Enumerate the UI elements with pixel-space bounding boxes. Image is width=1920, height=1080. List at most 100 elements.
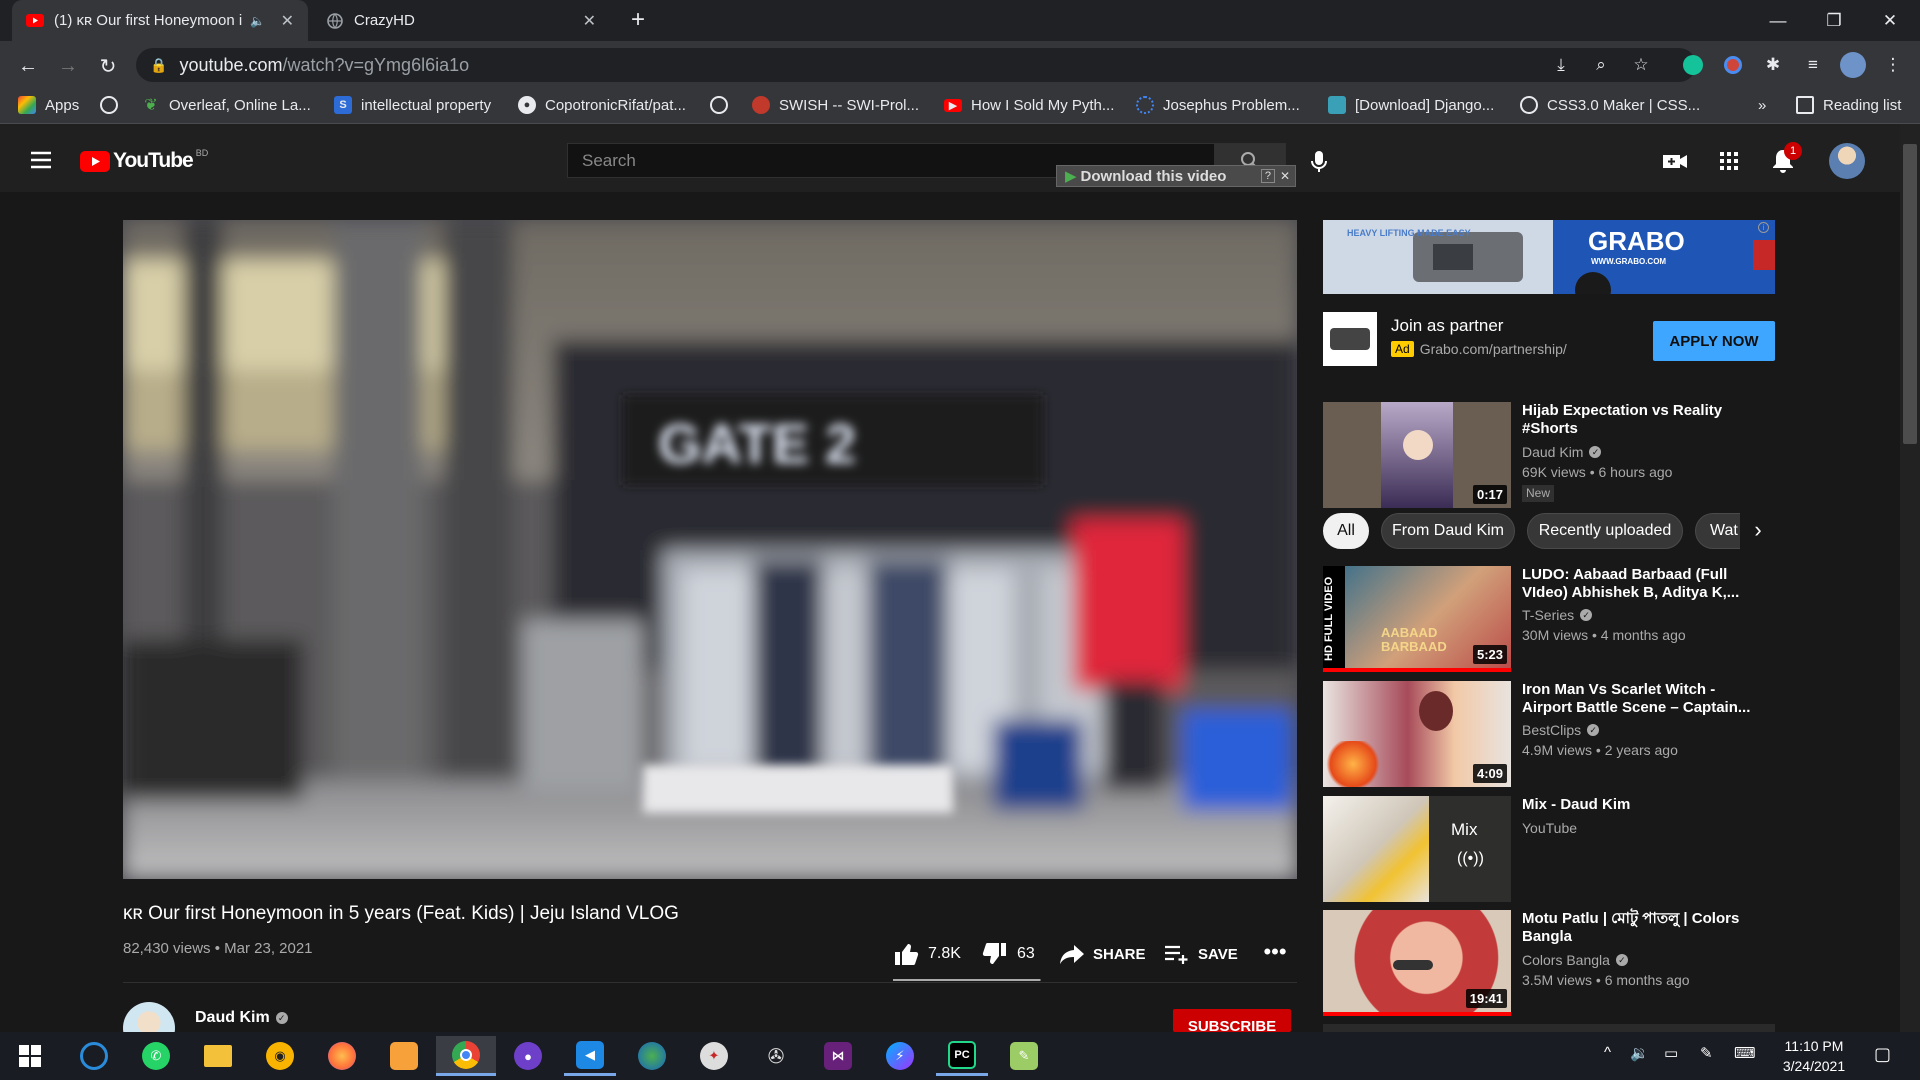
help-icon[interactable]: ?	[1260, 169, 1275, 183]
bookmark-django[interactable]: [Download] Django...	[1328, 92, 1494, 118]
channel-name-link[interactable]: Daud Kim ✓	[195, 1009, 288, 1027]
channel-link[interactable]: Colors Bangla ✓	[1522, 950, 1628, 970]
address-bar[interactable]: 🔒 youtube.com/watch?v=gYmg6l6ia1o	[136, 48, 1696, 82]
video-thumbnail[interactable]: 4:09	[1323, 681, 1511, 787]
channel-link[interactable]: Daud Kim ✓	[1522, 442, 1602, 462]
bookmark-css3-maker[interactable]: CSS3.0 Maker | CSS...	[1520, 92, 1700, 118]
channel-link[interactable]: T-Series ✓	[1522, 605, 1593, 625]
page-scrollbar[interactable]	[1900, 124, 1920, 1032]
channel-avatar[interactable]	[123, 1002, 175, 1032]
chrome-menu-icon[interactable]: ⋮	[1880, 52, 1906, 78]
taskbar-app[interactable]	[378, 1036, 430, 1076]
voice-search-icon[interactable]	[1304, 146, 1334, 176]
chip-recently-uploaded[interactable]: Recently uploaded	[1527, 513, 1683, 549]
bookmark-github[interactable]: ● CopotronicRifat/pat...	[518, 92, 686, 118]
taskbar-chrome-active[interactable]	[436, 1036, 496, 1076]
video-title-link[interactable]: Motu Patlu | মোটু পাতলু | Colors Bangla	[1522, 910, 1754, 946]
bookmark-youtube[interactable]: ▶ How I Sold My Pyth...	[944, 92, 1114, 118]
video-thumbnail[interactable]: 19:41	[1323, 910, 1511, 1016]
tab-crazyhd[interactable]: CrazyHD ✕	[312, 0, 610, 41]
taskbar-app[interactable]	[316, 1036, 368, 1076]
taskbar-app[interactable]: ◀	[564, 1036, 616, 1076]
chevron-right-icon[interactable]: ›	[1740, 513, 1776, 549]
taskbar-app[interactable]: ⋈	[812, 1036, 864, 1076]
more-actions-icon[interactable]: •••	[1262, 940, 1288, 968]
minimize-icon[interactable]: —	[1750, 0, 1806, 41]
close-tab-icon[interactable]: ✕	[583, 11, 596, 31]
advertiser-logo[interactable]	[1323, 312, 1377, 366]
keyboard-icon[interactable]: ⌨	[1734, 1044, 1756, 1062]
taskbar-app[interactable]: ◉	[254, 1036, 306, 1076]
taskbar-app[interactable]: ✆	[130, 1036, 182, 1076]
mix-thumbnail[interactable]: Mix ((•))	[1323, 796, 1511, 902]
volume-icon[interactable]: 🔉	[1630, 1044, 1649, 1062]
download-page-icon[interactable]: ⤓	[1548, 52, 1574, 78]
ad-info-icon[interactable]: i	[1758, 222, 1769, 233]
channel-link[interactable]: BestClips ✓	[1522, 720, 1600, 740]
ad-banner[interactable]: HEAVY LIFTING MADE EASY GRABO WWW.GRABO.…	[1323, 220, 1775, 294]
video-player[interactable]: GATE 2	[123, 220, 1297, 879]
reload-icon[interactable]: ↻	[92, 50, 124, 82]
taskbar-app[interactable]: ⚡	[874, 1036, 926, 1076]
apply-now-button[interactable]: APPLY NOW	[1653, 321, 1775, 361]
pen-icon[interactable]: ✎	[1700, 1044, 1713, 1062]
extension-icon[interactable]	[1720, 52, 1746, 78]
chip-watched[interactable]: Wat	[1695, 513, 1741, 549]
chip-all[interactable]: All	[1323, 513, 1369, 549]
network-icon[interactable]: ▭	[1664, 1044, 1678, 1062]
taskbar-app[interactable]: ✇	[750, 1036, 802, 1076]
restore-icon[interactable]: ❐	[1806, 0, 1862, 41]
youtube-logo[interactable]: YouTube BD	[80, 148, 208, 174]
lock-icon[interactable]: 🔒	[150, 57, 167, 74]
forward-icon[interactable]: →	[52, 50, 84, 82]
download-video-button[interactable]: ▶ Download this video ? ✕	[1056, 165, 1296, 187]
media-control-icon[interactable]: ≡	[1800, 52, 1826, 78]
create-video-icon[interactable]	[1660, 147, 1690, 175]
bookmark-intellectual-property[interactable]: S intellectual property	[334, 92, 491, 118]
system-clock[interactable]: 11:10 PM 3/24/2021	[1778, 1036, 1850, 1076]
user-avatar[interactable]	[1829, 143, 1865, 179]
reading-list-button[interactable]: Reading list	[1796, 92, 1901, 118]
apps-grid-icon[interactable]	[1715, 147, 1743, 175]
video-title-link[interactable]: Iron Man Vs Scarlet Witch - Airport Batt…	[1522, 681, 1754, 717]
bookmark-josephus[interactable]: Josephus Problem...	[1136, 92, 1300, 118]
close-tab-icon[interactable]: ✕	[281, 11, 294, 31]
taskbar-app[interactable]	[68, 1036, 120, 1076]
bookmark-globe[interactable]	[100, 92, 127, 118]
show-hidden-icons[interactable]: ^	[1604, 1044, 1611, 1061]
taskbar-app[interactable]: ●	[502, 1036, 554, 1076]
share-button[interactable]: SHARE	[1059, 940, 1146, 968]
new-tab-button[interactable]: +	[624, 6, 652, 34]
bookmark-star-icon[interactable]: ☆	[1628, 52, 1654, 78]
like-button[interactable]: 7.8K	[893, 940, 961, 968]
bookmark-apps[interactable]: Apps	[18, 92, 79, 118]
notification-center-icon[interactable]: ▢	[1874, 1044, 1891, 1065]
bookmark-overleaf[interactable]: ❦ Overleaf, Online La...	[142, 92, 310, 118]
bookmark-swish[interactable]: SWISH -- SWI-Prol...	[752, 92, 919, 118]
profile-avatar-icon[interactable]	[1840, 52, 1866, 78]
taskbar-app[interactable]	[626, 1036, 678, 1076]
save-button[interactable]: SAVE	[1164, 940, 1238, 968]
extensions-puzzle-icon[interactable]: ✱	[1760, 52, 1786, 78]
scrollbar-thumb[interactable]	[1903, 144, 1917, 444]
subscribe-button[interactable]: SUBSCRIBE	[1173, 1009, 1291, 1032]
video-thumbnail[interactable]: HD FULL VIDEO AABAAD BARBAAD 5:23	[1323, 566, 1511, 672]
bookmarks-overflow-button[interactable]: »	[1758, 92, 1766, 118]
start-button[interactable]	[4, 1036, 56, 1076]
hamburger-menu-icon[interactable]	[26, 145, 56, 175]
taskbar-app[interactable]	[192, 1036, 244, 1076]
video-title-link[interactable]: Mix - Daud Kim	[1522, 796, 1754, 814]
taskbar-app[interactable]: ✎	[998, 1036, 1050, 1076]
speaker-icon[interactable]: 🔈	[250, 14, 265, 28]
back-icon[interactable]: ←	[12, 50, 44, 82]
zoom-icon[interactable]: ⌕	[1588, 52, 1614, 78]
grammarly-extension-icon[interactable]	[1680, 52, 1706, 78]
tab-youtube[interactable]: (1) ᴋʀ Our first Honeymoon i 🔈 ✕	[12, 0, 308, 41]
taskbar-app[interactable]: PC	[936, 1036, 988, 1076]
bookmark-globe-2[interactable]	[710, 92, 737, 118]
dislike-button[interactable]: 63	[982, 940, 1035, 968]
video-title-link[interactable]: Hijab Expectation vs Reality #Shorts	[1522, 402, 1754, 438]
chip-from-daud-kim[interactable]: From Daud Kim	[1381, 513, 1515, 549]
video-thumbnail[interactable]: 0:17	[1323, 402, 1511, 508]
taskbar-app[interactable]: ✦	[688, 1036, 740, 1076]
